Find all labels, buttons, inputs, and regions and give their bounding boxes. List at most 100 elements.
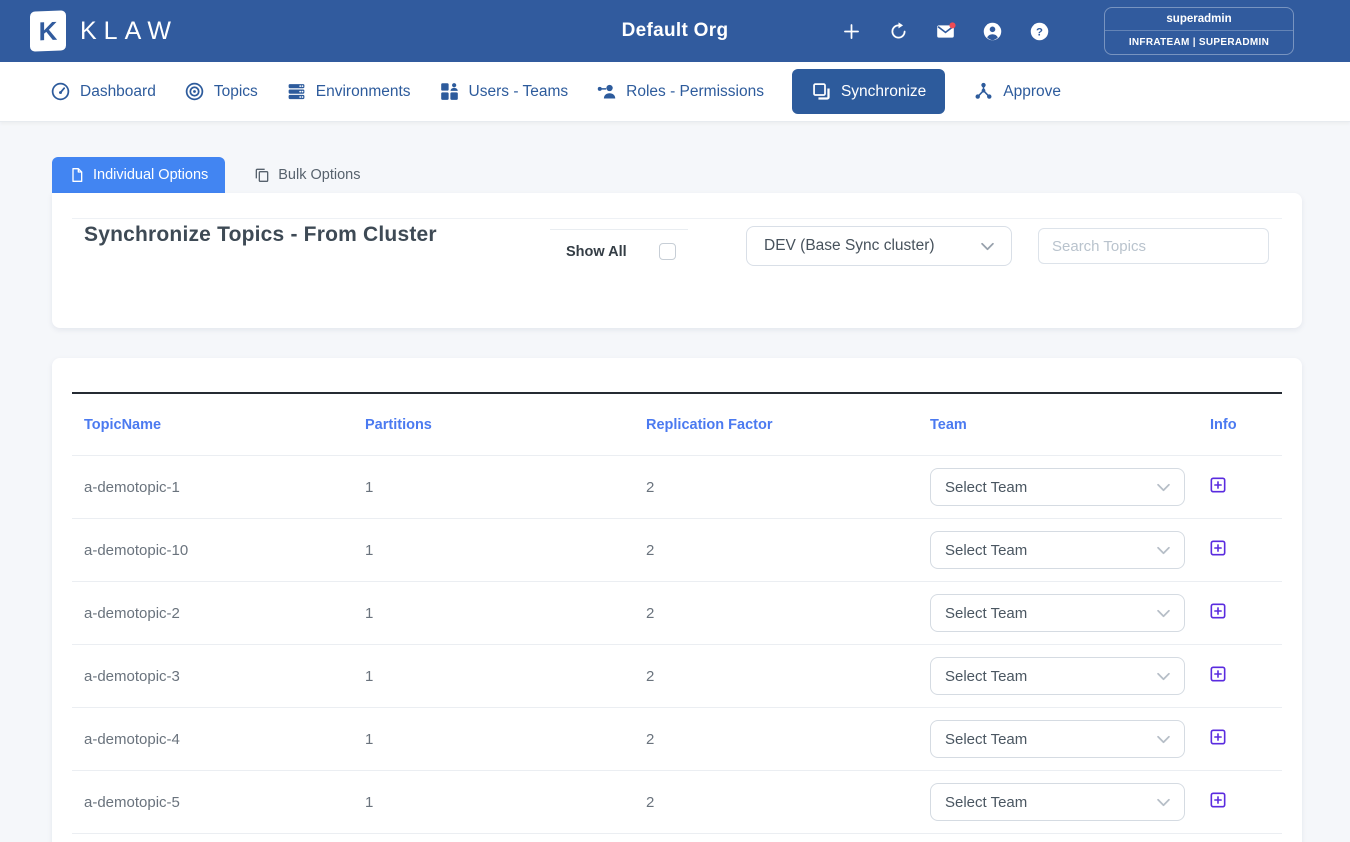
- table-body: a-demotopic-1 1 2 Select Team a-demotopi…: [72, 456, 1282, 834]
- user-name: superadmin: [1105, 8, 1293, 30]
- team-select[interactable]: Select Team: [930, 531, 1185, 569]
- brand-logo[interactable]: K KLAW: [30, 11, 178, 51]
- team-cell: Select Team: [918, 468, 1198, 506]
- nav-item-label: Synchronize: [841, 83, 926, 101]
- nav-item-users-teams[interactable]: Users - Teams: [439, 81, 569, 102]
- tab-bulk-options[interactable]: Bulk Options: [237, 157, 377, 193]
- add-box-icon[interactable]: [1210, 792, 1226, 808]
- table-row: a-demotopic-2 1 2 Select Team: [72, 582, 1282, 645]
- team-select[interactable]: Select Team: [930, 783, 1185, 821]
- replication-factor-cell: 2: [634, 605, 918, 622]
- info-cell: [1198, 792, 1282, 812]
- add-box-icon[interactable]: [1210, 603, 1226, 619]
- team-select-value: Select Team: [945, 731, 1027, 748]
- brand-name: KLAW: [80, 17, 178, 46]
- tab-label: Bulk Options: [278, 167, 360, 183]
- synchronize-icon: [811, 81, 832, 102]
- nav-item-label: Roles - Permissions: [626, 83, 764, 101]
- environments-icon: [286, 81, 307, 102]
- nav-item-roles-permissions[interactable]: Roles - Permissions: [596, 81, 764, 102]
- topic-search: [1038, 228, 1269, 264]
- help-icon[interactable]: ?: [1029, 21, 1050, 42]
- klaw-logo-icon: K: [30, 10, 66, 51]
- show-all-label: Show All: [566, 244, 627, 260]
- chevron-down-icon: [1157, 798, 1170, 807]
- add-box-icon[interactable]: [1210, 477, 1226, 493]
- nav-item-approve[interactable]: Approve: [973, 81, 1061, 102]
- topic-name-cell: a-demotopic-5: [72, 794, 353, 811]
- col-replication-factor: Replication Factor: [634, 417, 918, 433]
- info-cell: [1198, 729, 1282, 749]
- table-row: a-demotopic-1 1 2 Select Team: [72, 456, 1282, 519]
- nav-item-synchronize[interactable]: Synchronize: [792, 69, 945, 114]
- dashboard-icon: [50, 81, 71, 102]
- col-topicname: TopicName: [72, 417, 353, 433]
- cluster-select[interactable]: DEV (Base Sync cluster): [746, 226, 1012, 266]
- chevron-down-icon: [1157, 546, 1170, 555]
- chevron-down-icon: [1157, 483, 1170, 492]
- replication-factor-cell: 2: [634, 479, 918, 496]
- topic-name-cell: a-demotopic-2: [72, 605, 353, 622]
- logo-letter: K: [39, 18, 58, 45]
- approve-icon: [973, 81, 994, 102]
- svg-text:?: ?: [1036, 26, 1043, 38]
- nav-item-label: Approve: [1003, 83, 1061, 101]
- mail-icon[interactable]: [935, 21, 956, 42]
- tab-individual-options[interactable]: Individual Options: [52, 157, 225, 193]
- team-cell: Select Team: [918, 531, 1198, 569]
- panel-divider: [72, 218, 1282, 219]
- partitions-cell: 1: [353, 668, 634, 685]
- show-all-checkbox[interactable]: [659, 243, 676, 260]
- sync-filter-panel: Synchronize Topics - From Cluster Show A…: [52, 193, 1302, 328]
- team-select[interactable]: Select Team: [930, 720, 1185, 758]
- partitions-cell: 1: [353, 731, 634, 748]
- add-box-icon[interactable]: [1210, 666, 1226, 682]
- options-tabs: Individual Options Bulk Options: [52, 157, 1302, 193]
- col-team: Team: [918, 417, 1198, 433]
- topics-table-card: TopicName Partitions Replication Factor …: [52, 358, 1302, 842]
- team-cell: Select Team: [918, 657, 1198, 695]
- topic-name-cell: a-demotopic-10: [72, 542, 353, 559]
- info-cell: [1198, 603, 1282, 623]
- panel-title: Synchronize Topics - From Cluster: [84, 223, 437, 247]
- notification-dot: [949, 22, 955, 28]
- table-row: a-demotopic-10 1 2 Select Team: [72, 519, 1282, 582]
- add-box-icon[interactable]: [1210, 729, 1226, 745]
- file-icon: [69, 167, 85, 183]
- chevron-down-icon: [1157, 672, 1170, 681]
- nav-item-label: Topics: [214, 83, 258, 101]
- show-all-control: Show All: [550, 229, 688, 260]
- team-select[interactable]: Select Team: [930, 594, 1185, 632]
- nav-item-environments[interactable]: Environments: [286, 81, 411, 102]
- topics-icon: [184, 81, 205, 102]
- topic-name-cell: a-demotopic-3: [72, 668, 353, 685]
- col-info: Info: [1198, 417, 1282, 433]
- replication-factor-cell: 2: [634, 731, 918, 748]
- profile-icon[interactable]: [982, 21, 1003, 42]
- partitions-cell: 1: [353, 605, 634, 622]
- replication-factor-cell: 2: [634, 542, 918, 559]
- refresh-icon[interactable]: [888, 21, 909, 42]
- user-menu[interactable]: superadmin INFRATEAM | SUPERADMIN: [1104, 7, 1294, 55]
- topic-name-cell: a-demotopic-4: [72, 731, 353, 748]
- add-icon[interactable]: [841, 21, 862, 42]
- user-team-role: INFRATEAM | SUPERADMIN: [1105, 30, 1293, 54]
- app-header: K KLAW Default Org ? superadmin INFRATEA…: [0, 0, 1350, 62]
- add-box-icon[interactable]: [1210, 540, 1226, 556]
- copy-icon: [254, 167, 270, 183]
- nav-item-dashboard[interactable]: Dashboard: [50, 81, 156, 102]
- roles-permissions-icon: [596, 81, 617, 102]
- chevron-down-icon: [981, 242, 994, 251]
- search-input[interactable]: [1052, 238, 1255, 255]
- tab-label: Individual Options: [93, 167, 208, 183]
- partitions-cell: 1: [353, 542, 634, 559]
- nav-item-label: Environments: [316, 83, 411, 101]
- nav-item-topics[interactable]: Topics: [184, 81, 258, 102]
- team-select[interactable]: Select Team: [930, 468, 1185, 506]
- team-select[interactable]: Select Team: [930, 657, 1185, 695]
- info-cell: [1198, 666, 1282, 686]
- team-select-value: Select Team: [945, 794, 1027, 811]
- chevron-down-icon: [1157, 609, 1170, 618]
- topics-table: TopicName Partitions Replication Factor …: [72, 392, 1282, 834]
- header-actions: ? superadmin INFRATEAM | SUPERADMIN: [841, 7, 1294, 55]
